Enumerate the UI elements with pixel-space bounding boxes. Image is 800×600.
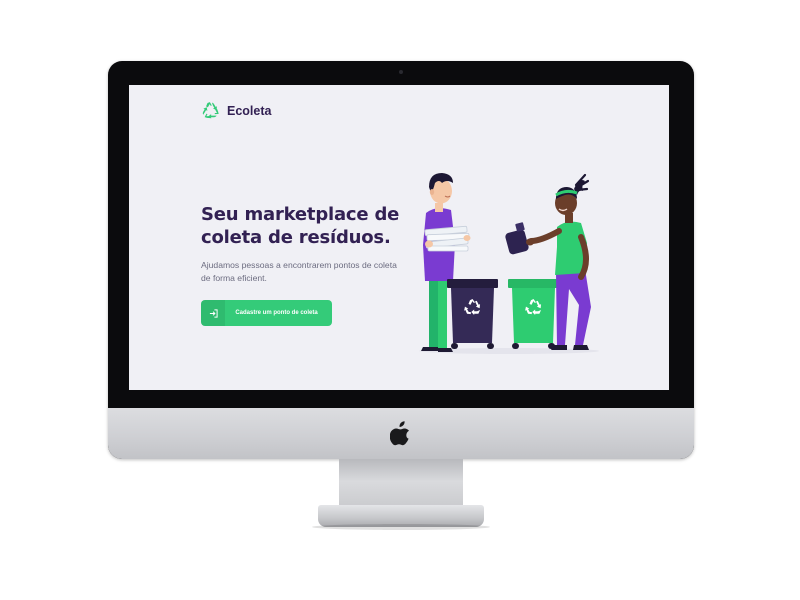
plastic-bottle <box>505 222 529 255</box>
man-leg-front <box>438 277 447 349</box>
mockup-stage: Ecoleta Seu marketplace de coleta de res… <box>0 0 800 600</box>
woman-pants <box>556 269 591 345</box>
apple-logo-icon <box>390 421 409 446</box>
cta-label: Cadastre um ponto de coleta <box>235 310 318 316</box>
paper-stack <box>424 225 470 252</box>
man-leg-back <box>429 277 438 347</box>
monitor-stand-neck <box>339 459 463 509</box>
cta-icon-container <box>201 300 225 326</box>
recycle-icon <box>202 102 219 119</box>
register-collection-point-button[interactable]: Cadastre um ponto de coleta <box>201 300 332 326</box>
people-recycling-illustration <box>419 173 599 354</box>
hero-title: Seu marketplace de coleta de resíduos. <box>201 204 400 248</box>
recycling-illustration <box>409 165 609 365</box>
brand-name: Ecoleta <box>227 103 272 118</box>
sign-in-icon <box>209 308 218 318</box>
camera-dot <box>399 70 403 74</box>
monitor: Ecoleta Seu marketplace de coleta de res… <box>108 61 694 459</box>
hero-subtitle: Ajudamos pessoas a encontrarem pontos de… <box>201 260 397 283</box>
monitor-stand-shadow <box>312 524 490 530</box>
site-header: Ecoleta <box>201 101 271 120</box>
screen: Ecoleta Seu marketplace de coleta de res… <box>129 85 669 390</box>
green-recycling-bin <box>508 279 559 349</box>
dark-recycling-bin <box>447 279 498 349</box>
monitor-chin <box>108 408 694 459</box>
